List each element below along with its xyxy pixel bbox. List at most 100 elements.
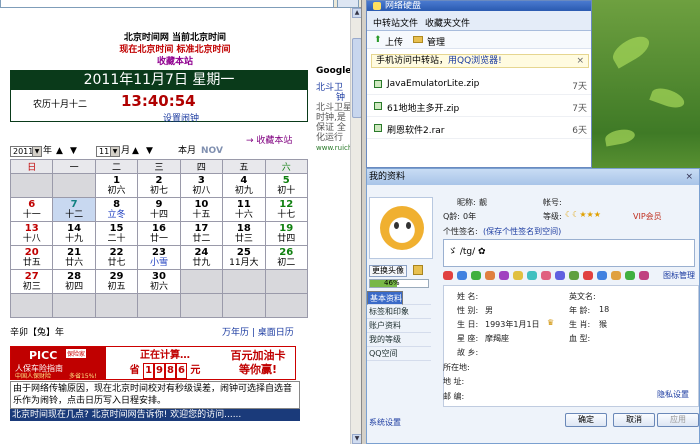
- calendar-day[interactable]: 4 初九: [222, 173, 266, 198]
- signature-input[interactable]: ゞ /tg/ ✿: [443, 239, 695, 267]
- ad-banner[interactable]: PICC 保险家 人保车险指南 中国人保财险 多省15%! 正在计算… 省 19…: [10, 346, 296, 380]
- calendar-day[interactable]: 28 初四: [52, 269, 96, 294]
- change-avatar-button[interactable]: 更换头像: [369, 265, 407, 277]
- calendar-day[interactable]: 22 廿七: [94, 245, 139, 270]
- google-ad-link[interactable]: 北斗卫: [316, 83, 350, 93]
- nav-qzone[interactable]: QQ空间: [367, 347, 431, 361]
- calendar-day[interactable]: 26 初二: [264, 245, 309, 270]
- nav-basic-info[interactable]: 基本资料: [367, 291, 403, 305]
- upload-button[interactable]: 上传: [385, 35, 403, 48]
- browser-scrollbar[interactable]: ▲ ▼: [350, 8, 361, 444]
- service-icon[interactable]: [611, 271, 621, 280]
- calendar-day[interactable]: 10 十五: [179, 197, 224, 222]
- scroll-up-icon[interactable]: ▲: [352, 8, 361, 18]
- next-year-icon[interactable]: ▼: [70, 146, 77, 157]
- alarm-link[interactable]: 设置闹钟: [163, 111, 199, 124]
- vip-badge[interactable]: VIP会员: [633, 211, 662, 222]
- qq-browser-link[interactable]: 用QQ浏览器!: [448, 56, 502, 66]
- calendar-day[interactable]: 19 廿四: [264, 221, 309, 246]
- file-row[interactable]: 刷恩软件2.rar 6天: [367, 117, 591, 139]
- calendar-day[interactable]: 11 十六: [222, 197, 266, 222]
- calendar-day[interactable]: 12 十七: [264, 197, 309, 222]
- hometown-label: 故 乡:: [457, 348, 479, 357]
- google-ad-link-2[interactable]: 钟: [316, 93, 350, 103]
- year-select[interactable]: 2011 ▼: [10, 146, 42, 157]
- service-icon[interactable]: [443, 271, 453, 280]
- service-icon[interactable]: [625, 271, 635, 280]
- calendar-day[interactable]: 20 廿五: [9, 245, 54, 270]
- avatar[interactable]: [369, 197, 433, 259]
- tab-favorite-files[interactable]: 收藏夹文件: [425, 16, 470, 29]
- service-icon[interactable]: [597, 271, 607, 280]
- calendar-day[interactable]: 15 二十: [94, 221, 139, 246]
- calendar-day[interactable]: 5 初十: [264, 173, 309, 198]
- address-bar[interactable]: [0, 0, 361, 8]
- next-month-icon[interactable]: ▼: [146, 146, 153, 157]
- desktop-calendar-link[interactable]: 桌面日历: [258, 328, 294, 338]
- service-icon[interactable]: [471, 271, 481, 280]
- address-input[interactable]: [0, 0, 334, 8]
- calendar-day[interactable]: 24 廿九: [179, 245, 224, 270]
- calendar-day[interactable]: 25 11月大: [222, 245, 266, 270]
- apply-button[interactable]: 应用: [657, 413, 699, 427]
- calendar-day[interactable]: 2 初七: [137, 173, 181, 198]
- tab-transfer-files[interactable]: 中转站文件: [373, 16, 418, 29]
- photo-icon[interactable]: [413, 265, 423, 275]
- scroll-down-icon[interactable]: ▼: [352, 434, 361, 444]
- calendar-day[interactable]: 17 廿二: [179, 221, 224, 246]
- service-icon[interactable]: [569, 271, 579, 280]
- service-icon[interactable]: [485, 271, 495, 280]
- prev-month-icon[interactable]: ▲: [132, 146, 139, 157]
- nav-tags[interactable]: 标签和印象: [367, 305, 431, 319]
- nav-account-info[interactable]: 账户资料: [367, 319, 431, 333]
- header-bookmark-link[interactable]: 收藏本站: [60, 56, 290, 68]
- go-button[interactable]: [337, 0, 359, 8]
- file-name: JavaEmulatorLite.zip: [387, 79, 480, 89]
- calendar-week: 6 十一 7 十二 8 立冬 9 十四 10 十五 11 十六 12 十七: [9, 197, 309, 222]
- calendar-day[interactable]: 27 初三: [9, 269, 54, 294]
- service-icon[interactable]: [513, 271, 523, 280]
- calendar-day[interactable]: 14 十九: [52, 221, 96, 246]
- calendar-day[interactable]: 1 初六: [94, 173, 139, 198]
- calendar-day[interactable]: 18 廿三: [222, 221, 266, 246]
- year-suffix: 年: [43, 146, 53, 156]
- calendar-day[interactable]: 7 十二: [52, 197, 96, 222]
- calendar-day[interactable]: 29 初五: [94, 269, 139, 294]
- prev-year-icon[interactable]: ▲: [56, 146, 63, 157]
- service-icon[interactable]: [541, 271, 551, 280]
- close-icon[interactable]: ×: [576, 55, 584, 67]
- calendar-day[interactable]: 30 初六: [137, 269, 181, 294]
- calendar-day[interactable]: 21 廿六: [52, 245, 96, 270]
- file-row[interactable]: JavaEmulatorLite.zip 7天: [367, 73, 591, 95]
- privacy-settings-link[interactable]: 隐私设置: [657, 389, 689, 400]
- calendar-day[interactable]: 3 初八: [179, 173, 224, 198]
- service-icon[interactable]: [583, 271, 593, 280]
- service-icon[interactable]: [499, 271, 509, 280]
- ok-button[interactable]: 确定: [565, 413, 607, 427]
- calendar-empty-cell: [137, 293, 181, 318]
- icon-settings-link[interactable]: 图标管理: [663, 270, 695, 281]
- scroll-thumb[interactable]: [352, 38, 361, 118]
- calendar-day[interactable]: 13 十八: [9, 221, 54, 246]
- manage-button[interactable]: 管理: [427, 35, 445, 48]
- lunar-day: 十八: [22, 233, 41, 244]
- calendar-day[interactable]: 8 立冬: [94, 197, 139, 222]
- service-icon[interactable]: [639, 271, 649, 280]
- nav-my-level[interactable]: 我的等级: [367, 333, 431, 347]
- month-select[interactable]: 11 ▼: [96, 146, 120, 157]
- service-icon[interactable]: [555, 271, 565, 280]
- save-signature-link[interactable]: (保存个性签名到空间): [483, 226, 561, 237]
- system-settings-link[interactable]: 系统设置: [369, 417, 401, 428]
- calendar-day[interactable]: 9 十四: [137, 197, 181, 222]
- cancel-button[interactable]: 取消: [613, 413, 655, 427]
- close-icon[interactable]: ×: [685, 169, 693, 185]
- this-month-button[interactable]: 本月: [178, 146, 196, 157]
- perpetual-calendar-link[interactable]: 万年历: [222, 328, 249, 338]
- file-row[interactable]: 61地地主多开.zip 7天: [367, 95, 591, 117]
- service-icon[interactable]: [457, 271, 467, 280]
- calendar-day[interactable]: 6 十一: [9, 197, 54, 222]
- bookmark-link[interactable]: → 收藏本站: [246, 133, 292, 146]
- service-icon[interactable]: [527, 271, 537, 280]
- calendar-day[interactable]: 16 廿一: [137, 221, 181, 246]
- calendar-day[interactable]: 23 小雪: [137, 245, 181, 270]
